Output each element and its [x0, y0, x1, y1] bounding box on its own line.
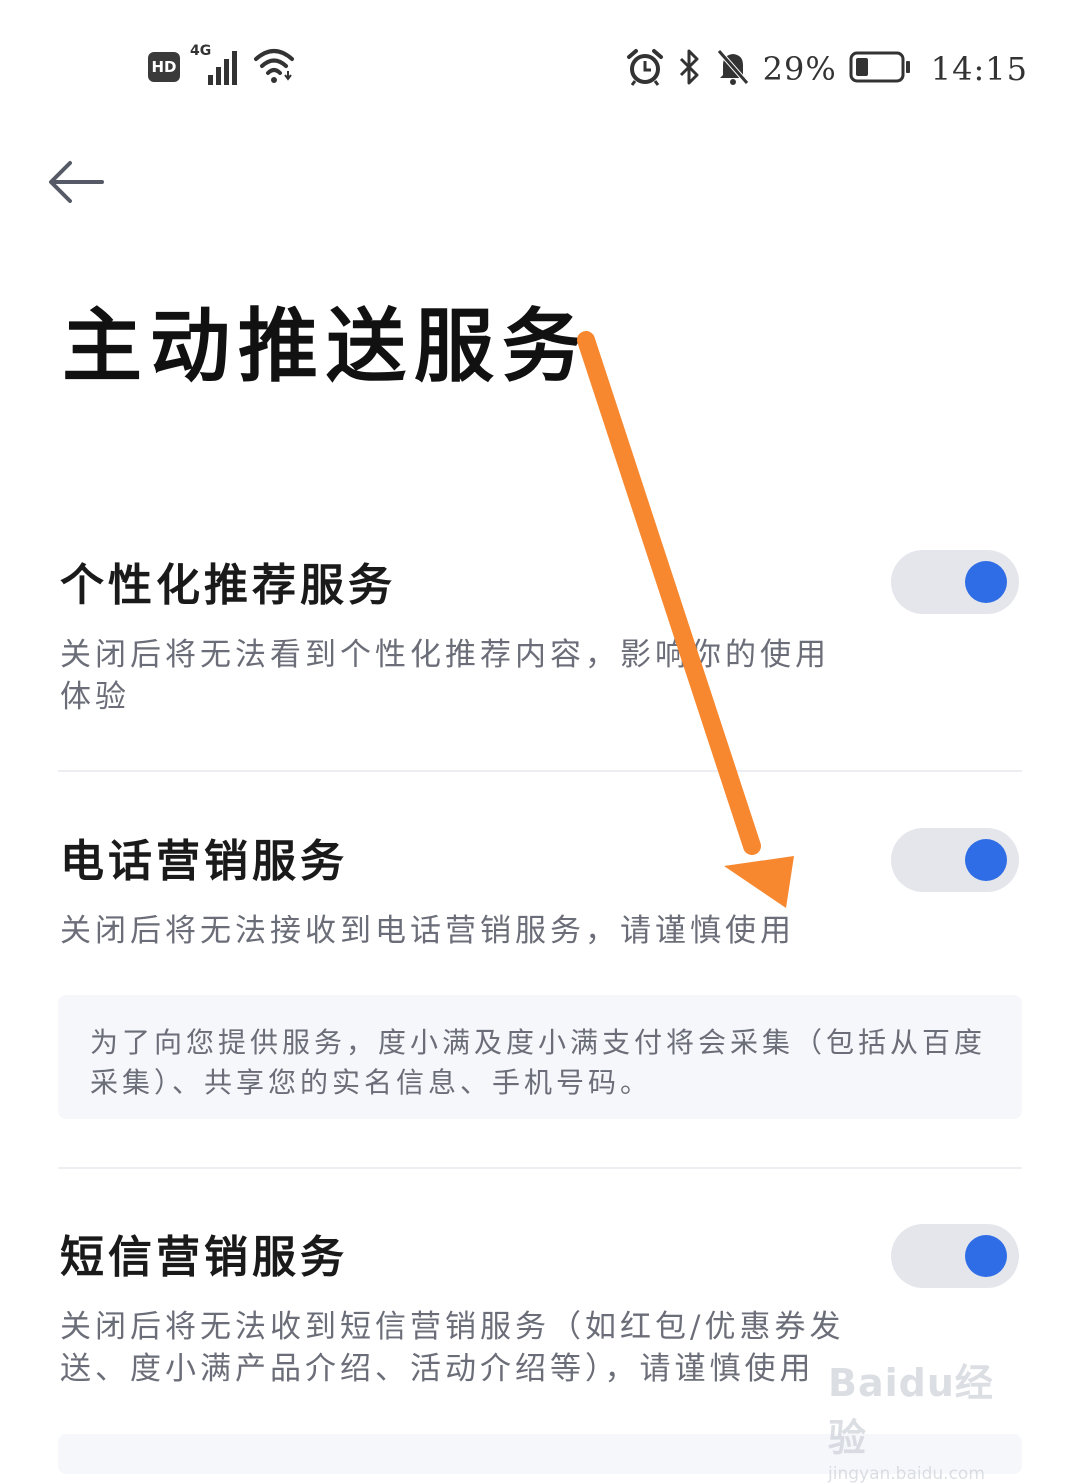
setting-title: 电话营销服务: [60, 836, 348, 887]
arrow-left-icon: [49, 161, 104, 203]
alarm-icon: [625, 47, 665, 91]
divider: [58, 1167, 1022, 1169]
setting-personalized-recommendation: 个性化推荐服务 关闭后将无法看到个性化推荐内容，影响你的使用体验: [60, 550, 1022, 718]
setting-description: 关闭后将无法看到个性化推荐内容，影响你的使用体验: [60, 637, 830, 715]
toggle-knob: [965, 561, 1007, 603]
setting-phone-marketing: 电话营销服务 关闭后将无法接收到电话营销服务，请谨慎使用: [60, 828, 1022, 952]
battery-icon: [849, 50, 913, 88]
bell-muted-icon: [715, 47, 751, 91]
status-right: 29% 14:15: [625, 44, 1028, 94]
bluetooth-icon: [677, 47, 703, 91]
toggle-knob: [965, 1235, 1007, 1277]
setting-description: 关闭后将无法收到短信营销服务（如红包/优惠券发送、度小满产品介绍、活动介绍等），…: [60, 1309, 845, 1387]
phone-marketing-toggle[interactable]: [891, 828, 1019, 892]
setting-description: 关闭后将无法接收到电话营销服务，请谨慎使用: [60, 913, 795, 949]
watermark-url: jingyan.baidu.com: [828, 1464, 985, 1484]
data-collection-notice: 为了向您提供服务，度小满及度小满支付将会采集（包括从百度采集）、共享您的实名信息…: [58, 995, 1022, 1119]
watermark-brand: Baidu经验: [828, 1361, 994, 1460]
clock: 14:15: [930, 50, 1028, 88]
status-bar: HD 4G 29% 14:15: [0, 0, 1080, 130]
setting-title: 个性化推荐服务: [60, 560, 396, 611]
setting-title: 短信营销服务: [60, 1232, 348, 1283]
cellular-signal-icon: 4G: [190, 43, 242, 87]
divider: [58, 770, 1022, 772]
personalized-recommendation-toggle[interactable]: [891, 550, 1019, 614]
battery-percent: 29%: [762, 50, 837, 88]
page-title: 主动推送服务: [62, 299, 590, 393]
sms-marketing-toggle[interactable]: [891, 1224, 1019, 1288]
hd-badge: HD: [148, 52, 180, 82]
baidu-watermark: Baidu经验 jingyan.baidu.com: [828, 1352, 1028, 1484]
status-left: HD 4G: [148, 43, 296, 90]
toggle-knob: [965, 839, 1007, 881]
wifi-icon: [252, 45, 296, 89]
back-button[interactable]: [40, 148, 112, 216]
